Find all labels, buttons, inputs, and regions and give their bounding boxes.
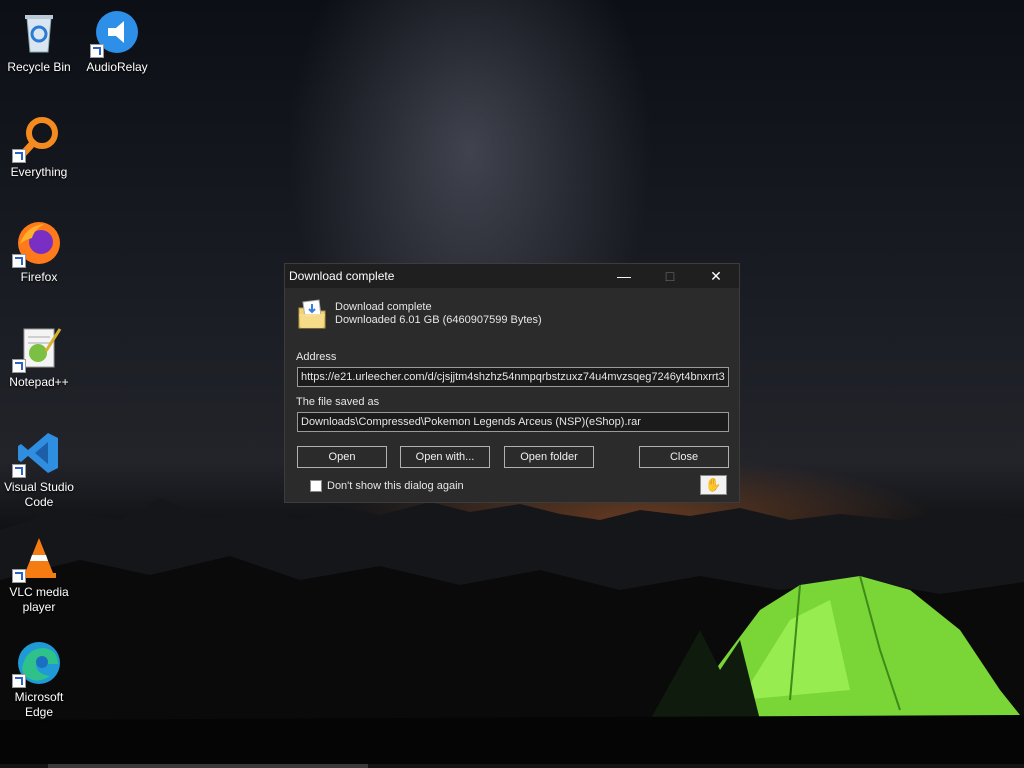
everything-icon: [12, 115, 62, 163]
desktop-icon-label: Everything: [10, 165, 68, 179]
dialog-title: Download complete: [289, 269, 395, 283]
shortcut-arrow-icon: [12, 149, 26, 163]
firefox-icon: [12, 220, 62, 268]
dont-show-checkbox[interactable]: [310, 480, 322, 492]
desktop-icon-recycle-bin[interactable]: Recycle Bin: [0, 10, 78, 75]
edge-icon: [12, 640, 62, 688]
desktop-icon-label: Firefox: [20, 270, 58, 284]
shortcut-arrow-icon: [12, 464, 26, 478]
maximize-button[interactable]: □: [647, 264, 693, 288]
recycle-bin-icon: [16, 10, 62, 56]
desktop-icon-audiorelay[interactable]: AudioRelay: [78, 10, 156, 75]
desktop-icon-edge[interactable]: Microsoft Edge: [0, 640, 78, 720]
open-folder-button[interactable]: Open folder: [504, 446, 594, 468]
desktop-icon-vscode[interactable]: Visual Studio Code: [0, 430, 78, 510]
notepadpp-icon: [12, 325, 62, 373]
desktop-icon-everything[interactable]: Everything: [0, 115, 78, 180]
saved-path-field[interactable]: Downloads\Compressed\Pokemon Legends Arc…: [297, 412, 729, 432]
vscode-icon: [12, 430, 62, 478]
shortcut-arrow-icon: [12, 674, 26, 688]
hand-pointer-icon[interactable]: ✋: [700, 475, 727, 495]
taskbar-segment: [48, 764, 368, 768]
shortcut-arrow-icon: [12, 254, 26, 268]
desktop-icon-label: AudioRelay: [86, 60, 148, 74]
open-with-button[interactable]: Open with...: [400, 446, 490, 468]
downloaded-size-text: Downloaded 6.01 GB (6460907599 Bytes): [335, 314, 542, 326]
desktop-icon-firefox[interactable]: Firefox: [0, 220, 78, 285]
saved-as-label: The file saved as: [296, 396, 380, 408]
desktop-icon-notepadpp[interactable]: Notepad++: [0, 325, 78, 390]
address-label: Address: [296, 351, 337, 363]
dialog-titlebar[interactable]: Download complete — □ ✕: [285, 264, 739, 288]
close-window-button[interactable]: ✕: [693, 264, 739, 288]
shortcut-arrow-icon: [90, 44, 104, 58]
close-button[interactable]: Close: [639, 446, 729, 468]
shortcut-arrow-icon: [12, 569, 26, 583]
vlc-icon: [12, 535, 62, 583]
download-heading: Download complete: [335, 301, 432, 313]
dont-show-label[interactable]: Don't show this dialog again: [327, 480, 464, 492]
folder-download-icon: [298, 299, 326, 329]
desktop-icon-label: Visual Studio Code: [4, 480, 74, 509]
open-button[interactable]: Open: [297, 446, 387, 468]
shortcut-arrow-icon: [12, 359, 26, 373]
desktop-icon-label: Recycle Bin: [7, 60, 71, 74]
desktop-icon-vlc[interactable]: VLC media player: [0, 535, 78, 615]
address-field[interactable]: https://e21.urleecher.com/d/cjsjjtm4shzh…: [297, 367, 729, 387]
minimize-button[interactable]: —: [601, 264, 647, 288]
desktop-icon-label: Notepad++: [9, 375, 69, 389]
landscape-background: [0, 498, 1024, 768]
download-complete-dialog: Download complete — □ ✕ Download complet…: [284, 263, 740, 503]
desktop-icon-label: Microsoft Edge: [14, 690, 64, 719]
desktop-icon-label: VLC media player: [9, 585, 69, 614]
audiorelay-icon: [90, 10, 140, 58]
